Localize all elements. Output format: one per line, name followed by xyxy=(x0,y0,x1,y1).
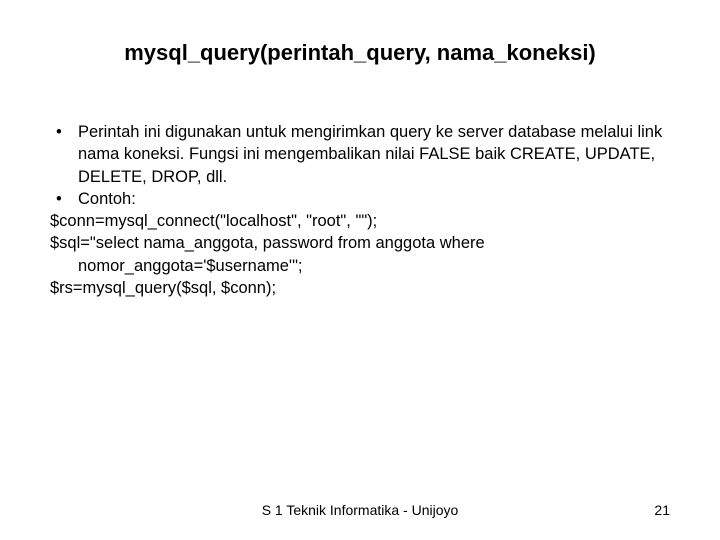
bullet-marker: • xyxy=(50,188,78,210)
bullet-text: Contoh: xyxy=(78,188,670,210)
code-line: $sql="select nama_anggota, password from… xyxy=(50,232,670,254)
code-line: nomor_anggota='$username'"; xyxy=(78,255,670,277)
bullet-item: • Contoh: xyxy=(50,188,670,210)
footer-center-text: S 1 Teknik Informatika - Unijoyo xyxy=(262,502,459,518)
page-number: 21 xyxy=(654,502,670,518)
slide-title: mysql_query(perintah_query, nama_koneksi… xyxy=(50,40,670,66)
slide-footer: S 1 Teknik Informatika - Unijoyo 21 xyxy=(0,502,720,518)
code-line: $rs=mysql_query($sql, $conn); xyxy=(50,277,670,299)
slide-content: • Perintah ini digunakan untuk mengirimk… xyxy=(50,121,670,299)
bullet-text: Perintah ini digunakan untuk mengirimkan… xyxy=(78,121,670,188)
code-line: $conn=mysql_connect("localhost", "root",… xyxy=(50,210,670,232)
slide-container: mysql_query(perintah_query, nama_koneksi… xyxy=(0,0,720,540)
bullet-marker: • xyxy=(50,121,78,188)
bullet-item: • Perintah ini digunakan untuk mengirimk… xyxy=(50,121,670,188)
